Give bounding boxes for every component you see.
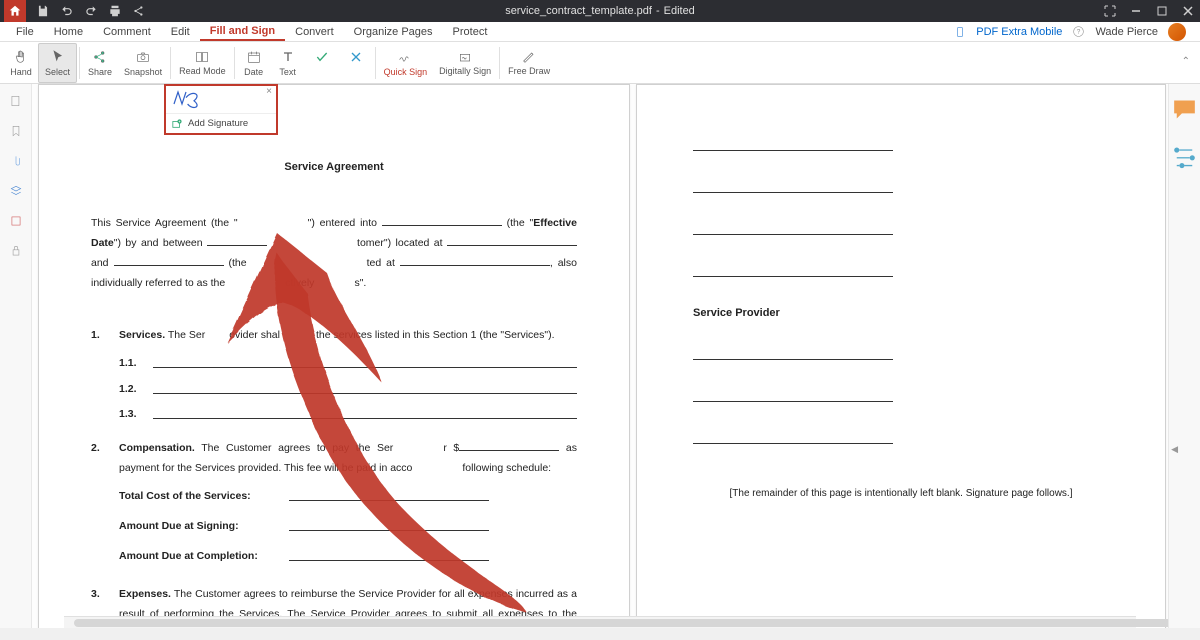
- layers-panel-icon[interactable]: [9, 184, 23, 198]
- digital-sign-icon: [457, 49, 473, 65]
- tool-select[interactable]: Select: [38, 43, 77, 83]
- title-bar: service_contract_template.pdf - Edited: [0, 0, 1200, 22]
- document-canvas[interactable]: ▶ Service Agreement This Service Agreeme…: [32, 84, 1168, 628]
- cursor-icon: [50, 49, 66, 65]
- print-icon[interactable]: [108, 4, 122, 18]
- tool-quick-sign[interactable]: Quick Sign: [378, 43, 434, 83]
- mobile-icon: [954, 26, 966, 38]
- menu-comment[interactable]: Comment: [93, 22, 161, 41]
- attachments-panel-icon[interactable]: [9, 154, 23, 168]
- bookmarks-panel-icon[interactable]: [9, 124, 23, 138]
- maximize-icon[interactable]: [1156, 5, 1168, 17]
- tool-read-mode[interactable]: Read Mode: [173, 43, 232, 83]
- comment-panel-icon[interactable]: [1169, 94, 1200, 125]
- signature-popup: × Add Signature: [164, 84, 278, 135]
- text-icon: [280, 49, 296, 65]
- document-page-2: Service Provider [The remainder of this …: [636, 84, 1166, 628]
- nav-next-icon[interactable]: ◀: [1171, 444, 1178, 455]
- tool-text[interactable]: Text: [271, 43, 305, 83]
- menu-bar: File Home Comment Edit Fill and Sign Con…: [0, 22, 1200, 42]
- collapse-ribbon-icon[interactable]: ⌃: [1182, 56, 1190, 67]
- tool-checkmark[interactable]: [305, 43, 339, 83]
- menu-fill-sign[interactable]: Fill and Sign: [200, 22, 285, 41]
- redo-icon[interactable]: [84, 4, 98, 18]
- right-rail: [1168, 84, 1200, 628]
- user-name[interactable]: Wade Pierce: [1095, 26, 1158, 38]
- menu-protect[interactable]: Protect: [443, 22, 498, 41]
- add-signature-button[interactable]: Add Signature: [166, 114, 276, 133]
- horizontal-scrollbar[interactable]: [64, 616, 1136, 628]
- camera-icon: [135, 49, 151, 65]
- doc-title: Service Agreement: [91, 157, 577, 178]
- tool-share[interactable]: Share: [82, 43, 118, 83]
- intro-para: This Service Agreement (the "") entered …: [91, 214, 577, 294]
- tool-xmark[interactable]: [339, 43, 373, 83]
- help-icon[interactable]: ?: [1072, 25, 1085, 38]
- hand-icon: [13, 49, 29, 65]
- share-title-icon[interactable]: [132, 4, 146, 18]
- menu-home[interactable]: Home: [44, 22, 93, 41]
- home-button[interactable]: [4, 0, 26, 22]
- signatures-panel-icon[interactable]: [9, 214, 23, 228]
- section-1: 1. Services. The Serovider shalthe servi…: [91, 326, 577, 346]
- left-rail: [0, 84, 32, 628]
- document-filename: service_contract_template.pdf: [505, 5, 652, 17]
- pages-panel-icon[interactable]: [9, 94, 23, 108]
- menu-edit[interactable]: Edit: [161, 22, 200, 41]
- signature-close-icon[interactable]: ×: [266, 86, 272, 97]
- pencil-icon: [521, 49, 537, 65]
- tool-digitally-sign[interactable]: Digitally Sign: [433, 43, 497, 83]
- tool-free-draw[interactable]: Free Draw: [502, 43, 556, 83]
- calendar-icon: [246, 49, 262, 65]
- tools-panel-icon[interactable]: [1169, 141, 1200, 172]
- close-icon[interactable]: [1182, 5, 1194, 17]
- menu-convert[interactable]: Convert: [285, 22, 344, 41]
- tool-snapshot[interactable]: Snapshot: [118, 43, 168, 83]
- save-icon[interactable]: [36, 4, 50, 18]
- document-status-sep: -: [656, 5, 660, 17]
- home-icon: [8, 4, 22, 18]
- avatar[interactable]: [1168, 23, 1186, 41]
- add-signature-icon: [172, 119, 182, 129]
- signature-drawing: [170, 88, 218, 112]
- book-icon: [194, 49, 210, 65]
- minimize-icon[interactable]: [1130, 5, 1142, 17]
- document-status: Edited: [664, 5, 695, 17]
- signature-preview[interactable]: ×: [166, 86, 276, 114]
- check-icon: [314, 49, 330, 65]
- x-icon: [348, 49, 364, 65]
- provider-label: Service Provider: [693, 303, 1109, 324]
- mobile-link[interactable]: PDF Extra Mobile: [976, 26, 1062, 38]
- document-page-1: Service Agreement This Service Agreement…: [38, 84, 630, 628]
- fullscreen-icon[interactable]: [1104, 5, 1116, 17]
- menu-organize[interactable]: Organize Pages: [344, 22, 443, 41]
- tool-date[interactable]: Date: [237, 43, 271, 83]
- menu-file[interactable]: File: [6, 22, 44, 41]
- signature-icon: [397, 49, 413, 65]
- toolbar: Hand Select Share Snapshot Read Mode Dat…: [0, 42, 1200, 84]
- undo-icon[interactable]: [60, 4, 74, 18]
- tool-hand[interactable]: Hand: [4, 43, 38, 83]
- svg-text:?: ?: [1077, 29, 1081, 36]
- main-area: ▶ Service Agreement This Service Agreeme…: [0, 84, 1200, 628]
- section-2: 2. Compensation. The Customer agrees to …: [91, 439, 577, 479]
- blank-page-note: [The remainder of this page is intention…: [693, 484, 1109, 503]
- share-icon: [92, 49, 108, 65]
- security-panel-icon[interactable]: [9, 244, 23, 258]
